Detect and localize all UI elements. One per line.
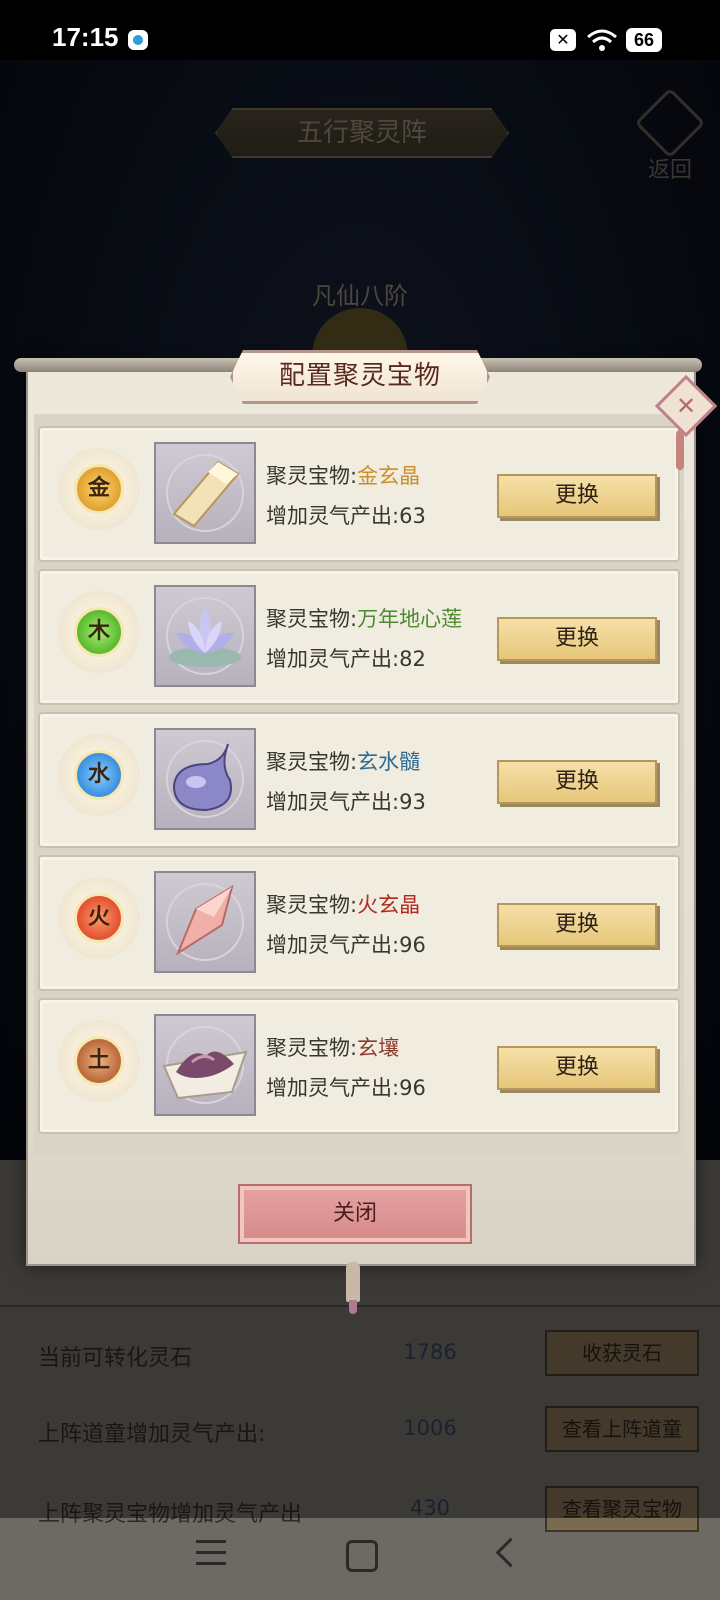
treasure-card-fire: 火 聚灵宝物:火玄晶 增加灵气产出:96 更换 xyxy=(38,855,680,991)
output-value: 82 xyxy=(399,647,426,671)
treasure-prefix: 聚灵宝物: xyxy=(266,464,358,488)
output-line: 增加灵气产出:93 xyxy=(266,786,426,816)
wood-element-icon: 木 xyxy=(74,607,124,657)
swap-button[interactable]: 更换 xyxy=(497,1046,657,1090)
fire-crystal-icon xyxy=(166,883,244,961)
treasure-card-water: 水 聚灵宝物:玄水髓 增加灵气产出:93 更换 xyxy=(38,712,680,848)
treasure-prefix: 聚灵宝物: xyxy=(266,607,358,631)
element-badge: 金 xyxy=(58,448,140,530)
recent-apps-button[interactable] xyxy=(196,1540,226,1568)
wifi-icon xyxy=(587,29,617,51)
output-value: 96 xyxy=(399,1076,426,1100)
water-element-icon: 水 xyxy=(74,750,124,800)
earth-element-icon: 土 xyxy=(74,1036,124,1086)
output-prefix: 增加灵气产出: xyxy=(266,504,400,528)
treasure-name-line: 聚灵宝物:火玄晶 xyxy=(266,889,420,919)
tassel-decoration xyxy=(676,430,684,470)
mute-icon: ✕ xyxy=(550,29,576,51)
treasure-thumbnail xyxy=(154,871,256,973)
treasure-name-line: 聚灵宝物:万年地心莲 xyxy=(266,603,462,633)
treasure-name: 火玄晶 xyxy=(357,893,421,917)
treasure-card-wood: 木 聚灵宝物:万年地心莲 增加灵气产出:82 更换 xyxy=(38,569,680,705)
output-prefix: 增加灵气产出: xyxy=(266,647,400,671)
output-prefix: 增加灵气产出: xyxy=(266,1076,400,1100)
swap-button[interactable]: 更换 xyxy=(497,617,657,661)
fire-element-icon: 火 xyxy=(74,893,124,943)
element-badge: 木 xyxy=(58,591,140,673)
swap-button[interactable]: 更换 xyxy=(497,903,657,947)
treasure-card-earth: 土 聚灵宝物:玄壤 增加灵气产出:96 更换 xyxy=(38,998,680,1134)
output-prefix: 增加灵气产出: xyxy=(266,790,400,814)
treasure-thumbnail xyxy=(154,585,256,687)
output-line: 增加灵气产出:96 xyxy=(266,929,426,959)
treasure-name-line: 聚灵宝物:金玄晶 xyxy=(266,460,420,490)
treasure-name: 金玄晶 xyxy=(357,464,421,488)
bell-decoration xyxy=(346,1262,360,1314)
treasure-prefix: 聚灵宝物: xyxy=(266,1036,358,1060)
treasure-name-line: 聚灵宝物:玄水髓 xyxy=(266,746,420,776)
app-notification-icon xyxy=(128,30,148,50)
output-line: 增加灵气产出:96 xyxy=(266,1072,426,1102)
swap-button[interactable]: 更换 xyxy=(497,474,657,518)
treasure-prefix: 聚灵宝物: xyxy=(266,893,358,917)
close-button[interactable]: 关闭 xyxy=(238,1184,472,1244)
output-line: 增加灵气产出:82 xyxy=(266,643,426,673)
swap-button[interactable]: 更换 xyxy=(497,760,657,804)
battery-icon: 66 xyxy=(626,28,662,52)
status-time: 17:15 xyxy=(52,22,119,52)
status-bar: 17:15 ✕ 66 xyxy=(0,0,720,60)
gold-crystal-icon xyxy=(166,454,244,532)
treasure-prefix: 聚灵宝物: xyxy=(266,750,358,774)
treasure-thumbnail xyxy=(154,1014,256,1116)
element-badge: 土 xyxy=(58,1020,140,1102)
output-prefix: 增加灵气产出: xyxy=(266,933,400,957)
element-badge: 火 xyxy=(58,877,140,959)
output-value: 93 xyxy=(399,790,426,814)
treasure-name: 玄水髓 xyxy=(357,750,421,774)
soil-icon xyxy=(162,1026,248,1104)
treasure-name: 万年地心莲 xyxy=(357,607,463,631)
lotus-icon xyxy=(166,597,244,675)
output-value: 63 xyxy=(399,504,426,528)
treasure-card-metal: 金 聚灵宝物:金玄晶 增加灵气产出:63 更换 xyxy=(38,426,680,562)
element-badge: 水 xyxy=(58,734,140,816)
nav-back-button[interactable] xyxy=(495,1537,526,1568)
treasure-name: 玄壤 xyxy=(357,1036,400,1060)
output-value: 96 xyxy=(399,933,426,957)
close-icon: ✕ xyxy=(675,392,697,420)
system-nav-bar xyxy=(0,1518,720,1600)
treasure-name-line: 聚灵宝物:玄壤 xyxy=(266,1032,399,1062)
water-drop-icon xyxy=(166,740,244,818)
treasure-thumbnail xyxy=(154,442,256,544)
treasure-thumbnail xyxy=(154,728,256,830)
dialog-title: 配置聚灵宝物 xyxy=(230,350,490,404)
home-button[interactable] xyxy=(346,1540,378,1572)
metal-element-icon: 金 xyxy=(74,464,124,514)
output-line: 增加灵气产出:63 xyxy=(266,500,426,530)
